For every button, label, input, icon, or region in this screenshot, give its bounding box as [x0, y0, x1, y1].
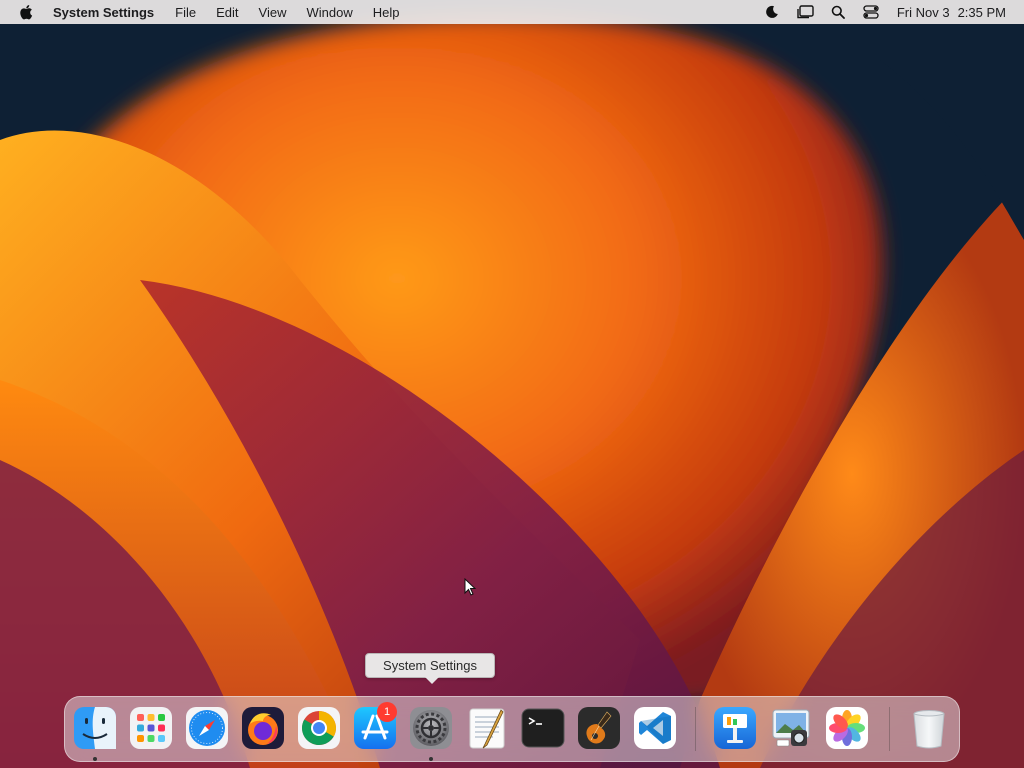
desktop[interactable]	[0, 0, 1024, 768]
running-indicator-finder	[93, 757, 97, 761]
clock-time: 2:35 PM	[957, 4, 1006, 20]
preview-icon	[772, 709, 810, 747]
terminal-icon	[521, 708, 565, 748]
clock-day: Fri Nov 3	[896, 4, 950, 20]
menu-clock[interactable]: Fri Nov 3 2:35 PM	[897, 5, 1006, 20]
dock-item-chrome[interactable]	[297, 706, 341, 750]
garageband-icon	[578, 707, 620, 749]
system-settings-icon	[410, 707, 452, 749]
keynote-icon	[714, 707, 756, 749]
launchpad-icon	[130, 707, 172, 749]
focus-moon-icon[interactable]	[763, 3, 781, 21]
menu-window[interactable]: Window	[306, 5, 352, 20]
menu-bar: System Settings File Edit View Window He…	[0, 0, 1024, 24]
dock-item-trash[interactable]	[907, 706, 951, 750]
dock-item-system-settings[interactable]	[409, 706, 453, 750]
spotlight-search-icon[interactable]	[829, 3, 847, 21]
dock-item-garageband[interactable]	[577, 706, 621, 750]
dock-item-launchpad[interactable]	[129, 706, 173, 750]
apple-menu-icon[interactable]	[18, 4, 34, 20]
textedit-icon	[469, 708, 505, 749]
menu-file[interactable]: File	[175, 5, 196, 20]
photos-icon	[826, 707, 868, 749]
dock-item-safari[interactable]	[185, 706, 229, 750]
tooltip-label: System Settings	[383, 658, 477, 673]
dock-item-preview[interactable]	[769, 706, 813, 750]
dock-item-photos[interactable]	[825, 706, 869, 750]
stage-manager-icon[interactable]	[796, 3, 814, 21]
dock-item-terminal[interactable]	[521, 706, 565, 750]
vscode-icon	[634, 707, 676, 749]
dock-item-textedit[interactable]	[465, 706, 509, 750]
dock	[64, 696, 960, 762]
dock-tooltip: System Settings	[365, 653, 495, 684]
menu-help[interactable]: Help	[373, 5, 400, 20]
menu-view[interactable]: View	[259, 5, 287, 20]
trash-icon	[913, 710, 945, 749]
dock-item-vscode[interactable]	[633, 706, 677, 750]
dock-item-firefox[interactable]	[241, 706, 285, 750]
badge-count: 1	[383, 706, 391, 718]
firefox-icon	[242, 707, 284, 749]
dock-separator	[889, 707, 890, 751]
ventura-wallpaper	[0, 0, 1024, 768]
dock-item-finder[interactable]	[73, 706, 117, 750]
control-center-icon[interactable]	[862, 3, 880, 21]
chrome-icon	[298, 707, 340, 749]
running-indicator-system-settings	[429, 757, 433, 761]
finder-icon	[74, 707, 116, 749]
dock-separator	[695, 707, 696, 751]
notification-badge: 1	[377, 702, 397, 722]
safari-icon	[186, 707, 228, 749]
dock-item-keynote[interactable]	[713, 706, 757, 750]
menu-edit[interactable]: Edit	[216, 5, 238, 20]
menu-app-name[interactable]: System Settings	[53, 5, 154, 20]
mouse-cursor-icon	[464, 578, 477, 596]
